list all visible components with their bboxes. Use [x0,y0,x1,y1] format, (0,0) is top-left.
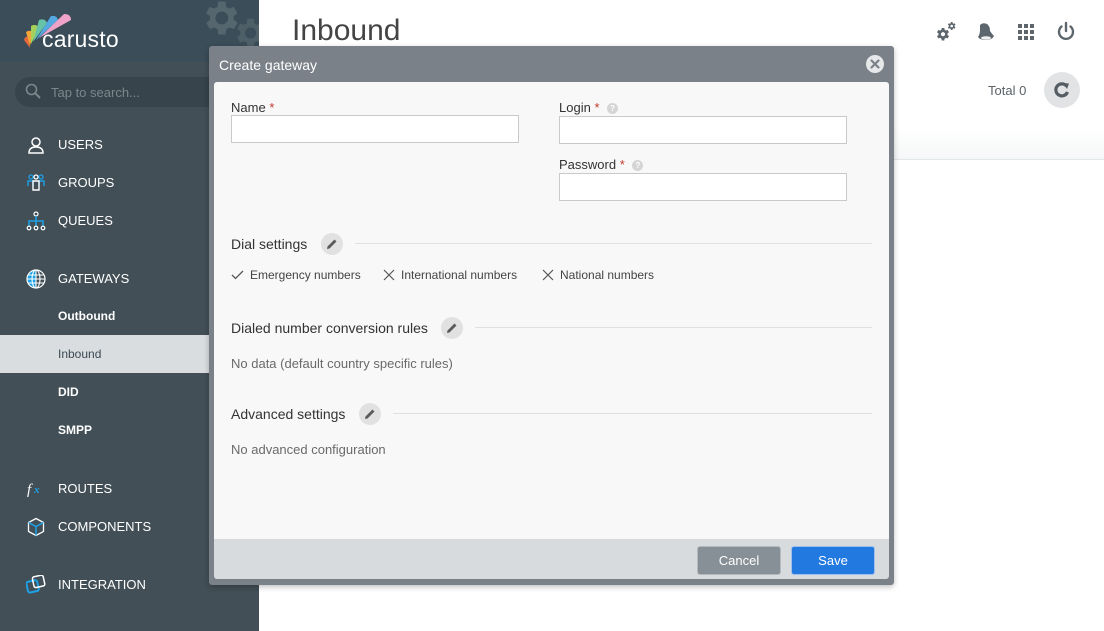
refresh-icon [1054,82,1069,98]
queues-icon [26,211,46,231]
section-divider [355,243,872,244]
login-input[interactable] [559,116,847,144]
search-icon [25,83,41,99]
close-button[interactable] [866,55,884,73]
advanced-settings-title: Advanced settings [231,406,346,422]
required-marker: * [269,100,275,115]
cube-icon [27,517,45,537]
required-marker: * [619,157,625,172]
sidebar-item-label: QUEUES [58,212,113,228]
settings-gears-icon[interactable] [935,21,957,43]
conversion-rules-empty: No data (default country specific rules) [231,356,453,371]
cross-icon [383,269,395,281]
pencil-icon [365,409,375,419]
carusto-logo[interactable]: carusto [22,10,142,52]
cross-icon [542,269,554,281]
svg-text:f: f [27,482,33,498]
conversion-rules-title: Dialed number conversion rules [231,320,428,336]
password-label-text: Password [559,157,617,172]
sidebar-subitem-label: Inbound [58,347,102,361]
edit-conversion-rules-button[interactable] [441,317,463,339]
sidebar-subitem-label: DID [58,385,79,399]
sidebar-item-label: INTEGRATION [58,576,146,592]
apps-grid-icon[interactable] [1015,21,1037,43]
sidebar-item-label: USERS [58,136,103,152]
save-button[interactable]: Save [791,546,875,575]
dialog-body: Name * Login * ? Password * ? Dial setti… [214,82,889,539]
globe-icon [26,269,46,289]
pencil-icon [447,323,457,333]
required-marker: * [594,100,600,115]
power-icon[interactable] [1055,21,1077,43]
sidebar-item-label: COMPONENTS [58,518,152,534]
login-label: Login * ? [559,100,619,115]
page-title: Inbound [292,14,401,47]
help-icon[interactable]: ? [607,103,619,114]
name-input[interactable] [231,115,519,143]
section-divider [393,413,872,414]
total-count: Total 0 [988,83,1027,98]
dial-option-label: International numbers [401,268,518,282]
edit-dial-settings-button[interactable] [321,233,343,255]
name-label: Name * [231,100,274,115]
sidebar-item-label: GATEWAYS [58,270,130,286]
svg-text:x: x [33,484,40,496]
bell-icon[interactable] [975,21,997,43]
dial-option-label: National numbers [560,268,655,282]
check-icon [231,270,244,280]
dial-option-national: National numbers [542,268,654,282]
sidebar-item-label: ROUTES [58,480,113,496]
sidebar-subitem-label: SMPP [58,423,93,437]
brand-name: carusto [42,26,119,52]
dial-settings-title: Dial settings [231,236,308,252]
help-icon[interactable]: ? [632,160,644,171]
password-label: Password * ? [559,157,644,172]
section-divider [475,327,872,328]
dial-option-international: International numbers [383,268,517,282]
integration-icon [26,575,46,594]
dialog-footer: Cancel Save [214,539,889,579]
sidebar-subitem-label: Outbound [58,309,116,323]
sidebar-item-label: GROUPS [58,174,115,190]
cancel-button[interactable]: Cancel [697,546,781,575]
user-icon [28,137,44,154]
advanced-settings-empty: No advanced configuration [231,442,386,457]
pencil-icon [327,239,337,249]
login-label-text: Login [559,100,591,115]
dial-option-emergency: Emergency numbers [231,268,361,282]
create-gateway-dialog: Create gateway Name * Login * ? Password… [209,46,894,585]
refresh-button[interactable] [1044,72,1080,108]
close-icon [870,59,880,69]
dialog-title: Create gateway [219,57,318,73]
fx-icon: fx [27,482,40,498]
name-label-text: Name [231,100,266,115]
dial-option-label: Emergency numbers [250,268,361,282]
edit-advanced-settings-button[interactable] [359,403,381,425]
groups-icon [27,174,45,191]
password-input[interactable] [559,173,847,201]
